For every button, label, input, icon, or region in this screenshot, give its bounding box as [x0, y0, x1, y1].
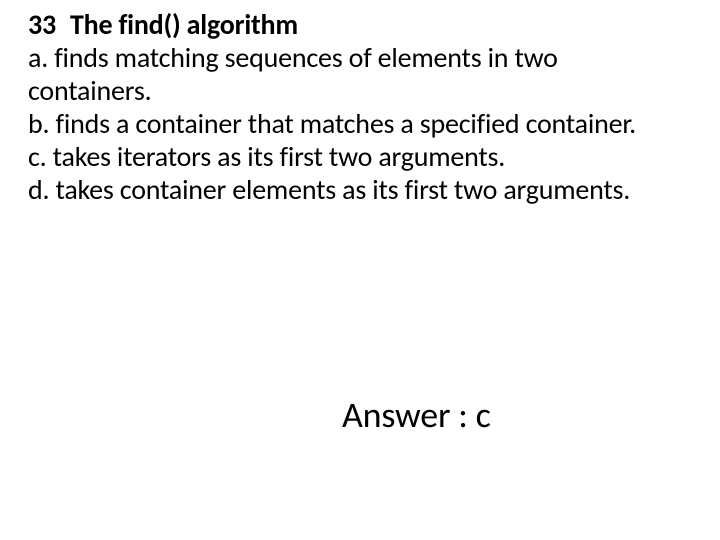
- question-title-line: 33 The find() algorithm: [28, 7, 298, 42]
- option-b: b. finds a container that matches a spec…: [28, 107, 668, 140]
- option-a: a. finds matching sequences of elements …: [28, 41, 668, 107]
- question-number: 33: [28, 8, 56, 41]
- question-title: The find() algorithm: [70, 7, 298, 42]
- question-block: 33 The find() algorithm a. finds matching…: [28, 8, 668, 206]
- answer-label: Answer : c: [342, 396, 491, 436]
- slide: 33 The find() algorithm a. finds matching…: [0, 0, 720, 540]
- option-c: c. takes iterators as its first two argu…: [28, 140, 668, 173]
- option-d: d. takes container elements as its first…: [28, 173, 668, 206]
